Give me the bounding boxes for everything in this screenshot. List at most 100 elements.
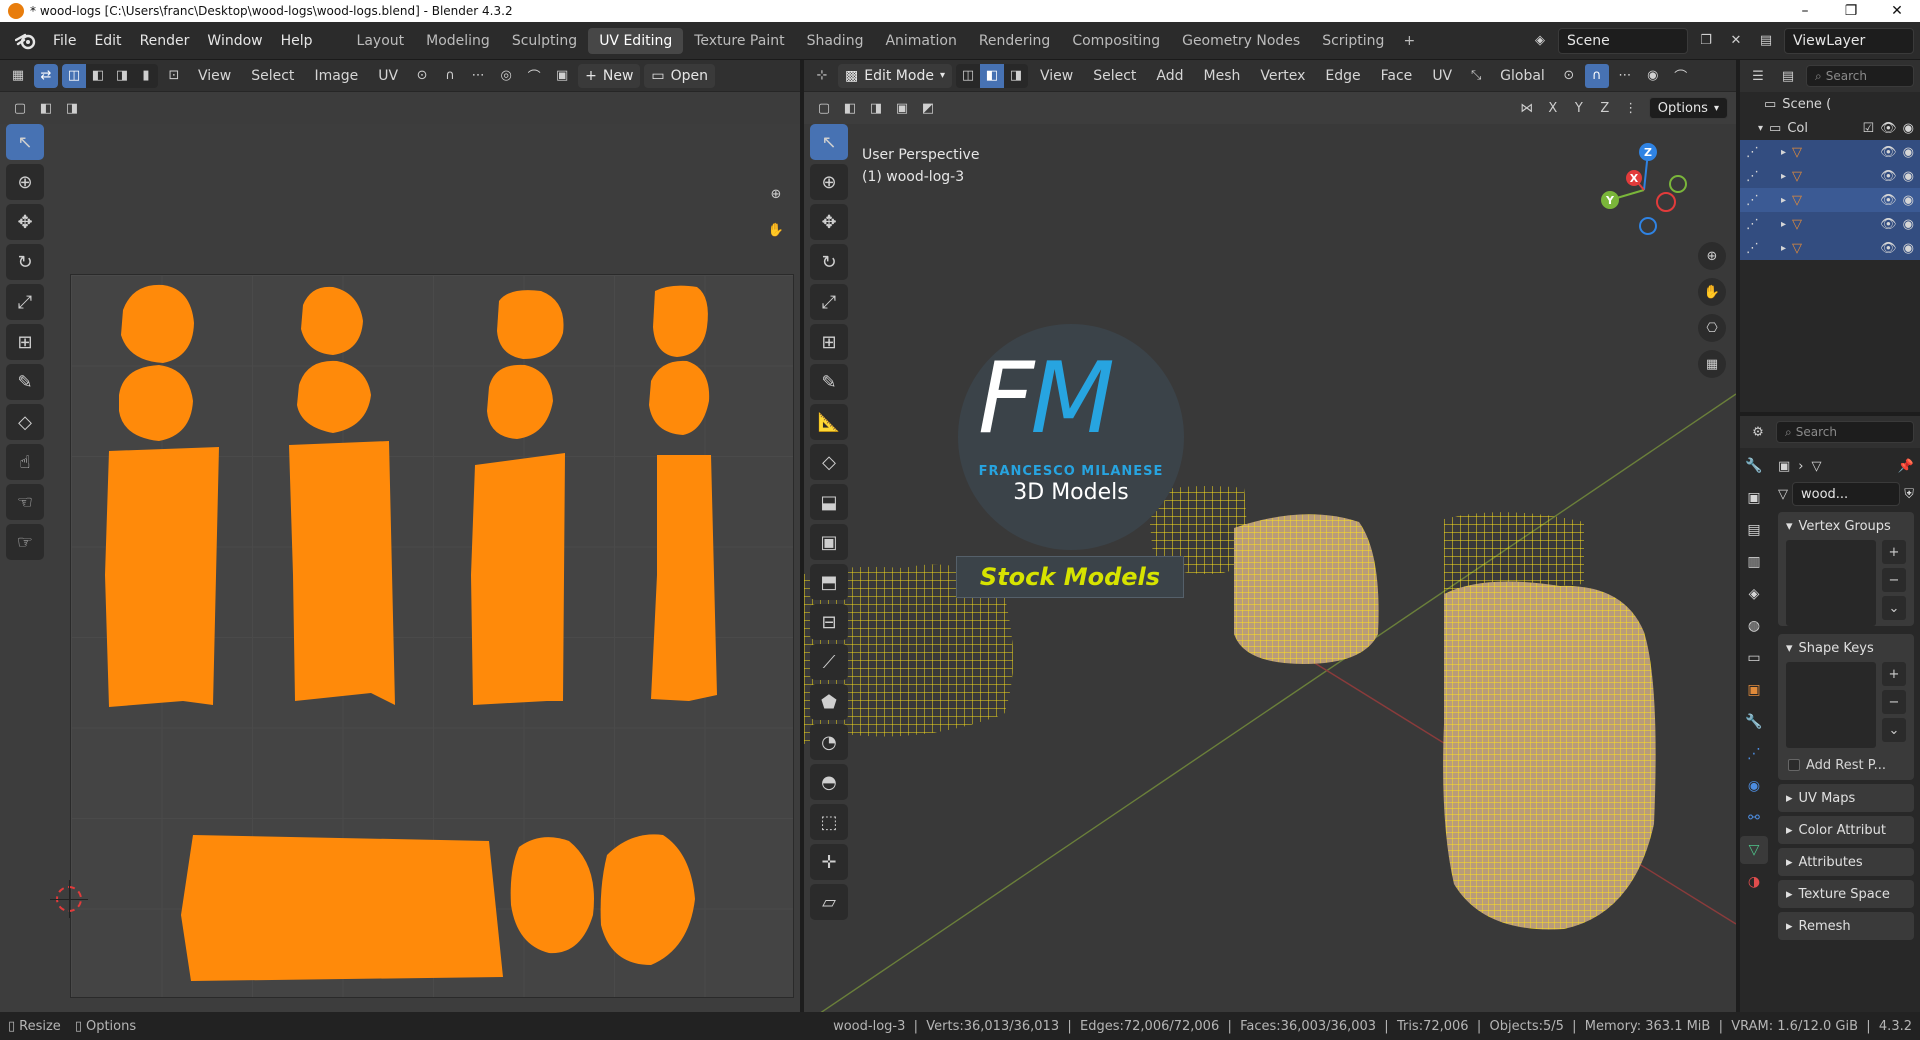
box-subtract-icon[interactable]: ◨ — [864, 96, 888, 120]
uv-menu-view[interactable]: View — [190, 65, 239, 87]
3d-menu-uv[interactable]: UV — [1424, 65, 1460, 87]
camera-render-icon[interactable]: ◉ — [1903, 145, 1914, 160]
pin-icon[interactable]: 📌 — [1898, 459, 1914, 474]
outliner-editor-icon[interactable]: ☰ — [1746, 64, 1770, 88]
new-image-button[interactable]: + New — [578, 63, 641, 88]
tool-rip-icon[interactable]: ◇ — [6, 404, 44, 440]
eye-icon[interactable]: 👁 — [1880, 217, 1897, 232]
box-intersect-icon[interactable]: ◩ — [916, 96, 940, 120]
pan-hand-icon[interactable]: ✋ — [764, 218, 788, 242]
snap-target-icon[interactable]: ⋯ — [466, 64, 490, 88]
tool-annotate-icon[interactable]: ✎ — [6, 364, 44, 400]
remove-icon[interactable]: − — [1882, 568, 1906, 592]
tool-poly-build-icon[interactable]: ⬟ — [810, 684, 848, 720]
close-button[interactable]: ✕ — [1874, 3, 1920, 19]
maximize-button[interactable]: ❐ — [1828, 3, 1874, 19]
snap-increment-icon[interactable]: ⋯ — [1613, 64, 1637, 88]
3d-menu-mesh[interactable]: Mesh — [1196, 65, 1249, 87]
mirror-icon[interactable]: ⋈ — [1515, 96, 1539, 120]
tab-scripting[interactable]: Scripting — [1311, 28, 1395, 54]
navigation-gizmo[interactable]: Z Y X — [1596, 142, 1692, 238]
list-box[interactable] — [1786, 662, 1876, 748]
mirror-z-toggle[interactable]: Z — [1593, 96, 1617, 120]
camera-render-icon[interactable]: ◉ — [1903, 121, 1914, 136]
camera-render-icon[interactable]: ◉ — [1903, 241, 1914, 256]
vertex-mode-icon[interactable]: ◫ — [956, 64, 980, 88]
tab-sculpting[interactable]: Sculpting — [501, 28, 588, 54]
outliner-object-row[interactable]: ⋰ ▸ ▽ 👁 ◉ — [1740, 164, 1920, 188]
outliner-object-row[interactable]: ⋰ ▸ ▽ 👁 ◉ — [1740, 212, 1920, 236]
proportional-edit-icon[interactable]: ◎ — [494, 64, 518, 88]
fake-user-icon[interactable]: ⛨ — [1904, 487, 1914, 502]
minimize-button[interactable]: – — [1782, 3, 1828, 19]
tab-layout[interactable]: Layout — [346, 28, 416, 54]
mesh-data-browse-icon[interactable]: ▽ — [1778, 487, 1788, 502]
mode-selector[interactable]: ▩ Edit Mode ▾ — [838, 63, 952, 88]
tool-transform-icon[interactable]: ⊞ — [810, 324, 848, 360]
island-select-icon[interactable]: ▮ — [134, 64, 158, 88]
tool-relax-icon[interactable]: ☜ — [6, 484, 44, 520]
scene-tab-icon[interactable]: ◈ — [1740, 580, 1768, 608]
scene-selector[interactable]: Scene — [1558, 27, 1688, 54]
menu-help[interactable]: Help — [272, 29, 322, 53]
checkbox-icon[interactable] — [1788, 759, 1800, 771]
add-workspace-icon[interactable]: + — [1395, 28, 1423, 54]
tab-shading[interactable]: Shading — [796, 28, 875, 54]
proportional-icon[interactable]: ◉ — [1641, 64, 1665, 88]
orientation-icon[interactable]: ⤡ — [1464, 64, 1488, 88]
camera-render-icon[interactable]: ◉ — [1903, 169, 1914, 184]
blender-logo-icon[interactable] — [8, 28, 44, 54]
3d-menu-select[interactable]: Select — [1085, 65, 1144, 87]
properties-editor-icon[interactable]: ⚙ — [1746, 420, 1770, 444]
box-extend-icon[interactable]: ◧ — [838, 96, 862, 120]
menu-window[interactable]: Window — [198, 29, 271, 53]
menu-edit[interactable]: Edit — [85, 29, 130, 53]
render-tab-icon[interactable]: ▣ — [1740, 484, 1768, 512]
snap-magnet-icon[interactable]: ∩ — [1584, 63, 1609, 88]
modifier-tab-icon[interactable]: 🔧 — [1740, 708, 1768, 736]
select-extend-icon[interactable]: ◧ — [34, 96, 58, 120]
camera-render-icon[interactable]: ◉ — [1903, 193, 1914, 208]
tool-select-icon[interactable]: ↖ — [6, 124, 44, 160]
tool-tab-icon[interactable]: 🔧 — [1740, 452, 1768, 480]
tool-extrude-icon[interactable]: ⬓ — [810, 484, 848, 520]
snap-icon[interactable]: ∩ — [438, 64, 462, 88]
tool-shrink-icon[interactable]: ✛ — [810, 844, 848, 880]
mesh-data-tab-icon[interactable]: ▽ — [1740, 836, 1768, 864]
checkbox-icon[interactable]: ☑ — [1862, 121, 1874, 136]
new-scene-icon[interactable]: ❐ — [1694, 29, 1718, 53]
tool-select-box-icon[interactable]: ↖ — [810, 124, 848, 160]
world-tab-icon[interactable]: ◍ — [1740, 612, 1768, 640]
tool-move-icon[interactable]: ✥ — [6, 204, 44, 240]
list-box[interactable] — [1786, 540, 1876, 626]
tool-smooth-icon[interactable]: ◓ — [810, 764, 848, 800]
topology-mirror-icon[interactable]: ⋮ — [1619, 96, 1643, 120]
3d-menu-view[interactable]: View — [1032, 65, 1081, 87]
tool-measure-icon[interactable]: 📐 — [810, 404, 848, 440]
sticky-select-icon[interactable]: ⊡ — [162, 64, 186, 88]
outliner-scene-row[interactable]: ▭ Scene ( — [1740, 92, 1920, 116]
pivot-point-icon[interactable]: ⊙ — [1557, 64, 1581, 88]
view-layer-selector[interactable]: ViewLayer — [1784, 27, 1914, 54]
panel-header[interactable]: ▾ Vertex Groups — [1778, 512, 1914, 540]
uv-sync-icon[interactable]: ⇄ — [34, 63, 58, 88]
open-image-button[interactable]: ▭ Open — [644, 63, 716, 88]
menu-file[interactable]: File — [44, 29, 85, 53]
camera-render-icon[interactable]: ◉ — [1903, 217, 1914, 232]
3d-menu-vertex[interactable]: Vertex — [1252, 65, 1313, 87]
uv-menu-select[interactable]: Select — [243, 65, 302, 87]
panel-texture-space[interactable]: ▸ Texture Space — [1778, 880, 1914, 908]
tool-scale-icon[interactable]: ⤢ — [810, 284, 848, 320]
scene-icon[interactable]: ◈ — [1528, 29, 1552, 53]
edge-mode-icon[interactable]: ◧ — [979, 63, 1004, 88]
tool-rotate-icon[interactable]: ↻ — [810, 244, 848, 280]
3d-viewport[interactable]: User Perspective (1) wood-log-3 Z Y X ⊕ — [804, 124, 1736, 1012]
select-subtract-icon[interactable]: ◨ — [60, 96, 84, 120]
menu-render[interactable]: Render — [131, 29, 199, 53]
eye-icon[interactable]: 👁 — [1880, 241, 1897, 256]
camera-icon[interactable]: ⎔ — [1698, 314, 1726, 342]
tool-scale-icon[interactable]: ⤢ — [6, 284, 44, 320]
tool-cursor-icon[interactable]: ⊕ — [810, 164, 848, 200]
panel-header[interactable]: ▾ Shape Keys — [1778, 634, 1914, 662]
display-mode-icon[interactable]: ▤ — [1776, 64, 1800, 88]
